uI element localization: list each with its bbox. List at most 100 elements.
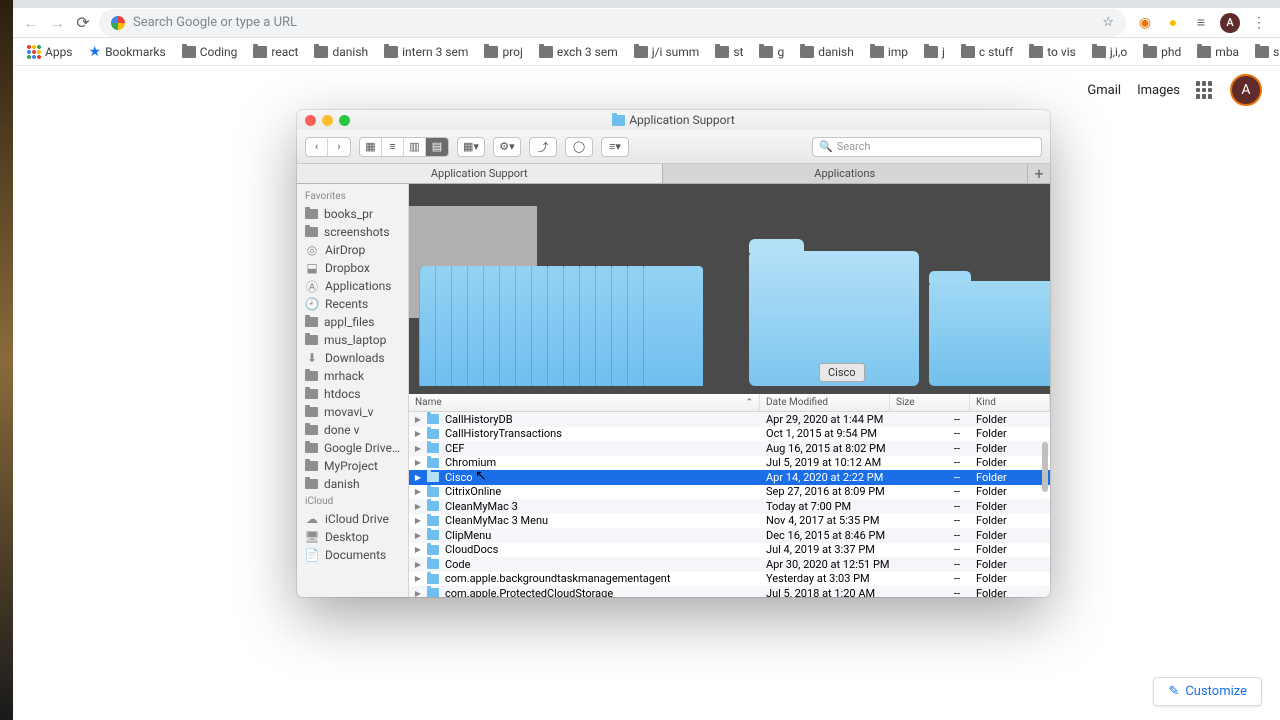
finder-tab[interactable]: Application Support xyxy=(297,164,663,183)
sidebar-item[interactable]: mus_laptop xyxy=(297,331,408,349)
sidebar-item[interactable]: 📄Documents xyxy=(297,546,408,564)
coverflow-area[interactable]: Cisco xyxy=(409,184,1050,394)
bookmark-item[interactable]: ★Bookmarks xyxy=(83,42,172,62)
bookmark-item[interactable]: to vis xyxy=(1023,43,1082,61)
bookmark-item[interactable]: c stuff xyxy=(955,43,1019,61)
sidebar-item[interactable]: Google Drive… xyxy=(297,439,408,457)
sidebar-item[interactable]: ⒶApplications xyxy=(297,277,408,295)
column-view[interactable]: ▥ xyxy=(404,138,426,156)
disclosure-triangle[interactable]: ▶ xyxy=(409,415,427,424)
disclosure-triangle[interactable]: ▶ xyxy=(409,545,427,554)
disclosure-triangle[interactable]: ▶ xyxy=(409,574,427,583)
disclosure-triangle[interactable]: ▶ xyxy=(409,502,427,511)
new-tab-button[interactable]: + xyxy=(1028,164,1050,183)
file-row[interactable]: ▶com.apple.ProtectedCloudStorageJul 5, 2… xyxy=(409,586,1050,597)
bookmark-item[interactable]: g xyxy=(753,43,790,61)
bookmark-item[interactable]: j xyxy=(918,43,951,61)
minimize-button[interactable] xyxy=(322,115,333,126)
column-date[interactable]: Date Modified xyxy=(760,394,890,411)
file-row[interactable]: ▶CEFAug 16, 2015 at 8:02 PM--Folder xyxy=(409,441,1050,456)
zoom-button[interactable] xyxy=(339,115,350,126)
file-row[interactable]: ▶CloudDocsJul 4, 2019 at 3:37 PM--Folder xyxy=(409,543,1050,558)
share-button[interactable]: ⤴ xyxy=(529,137,557,157)
reload-button[interactable]: ⟳ xyxy=(73,13,93,33)
bookmark-item[interactable]: Apps xyxy=(21,43,79,61)
profile-avatar[interactable]: A xyxy=(1220,13,1240,33)
extension-icon-3[interactable]: ≡ xyxy=(1192,14,1210,32)
bookmark-item[interactable]: j,i,o xyxy=(1086,43,1133,61)
file-row[interactable]: ▶CiscoApr 14, 2020 at 2:22 PM--Folder xyxy=(409,470,1050,485)
disclosure-triangle[interactable]: ▶ xyxy=(409,487,427,496)
bookmark-item[interactable]: proj xyxy=(478,43,528,61)
file-list[interactable]: ▶CallHistoryDBApr 29, 2020 at 1:44 PM--F… xyxy=(409,412,1050,597)
action-button[interactable]: ⚙▾ xyxy=(493,137,521,157)
sidebar-item[interactable]: 🖥Desktop xyxy=(297,528,408,546)
extension-icon-2[interactable]: ● xyxy=(1164,14,1182,32)
bookmark-item[interactable]: st xyxy=(709,43,749,61)
file-row[interactable]: ▶CitrixOnlineSep 27, 2016 at 8:09 PM--Fo… xyxy=(409,485,1050,500)
file-row[interactable]: ▶ChromiumJul 5, 2019 at 10:12 AM--Folder xyxy=(409,456,1050,471)
back-button[interactable]: ← xyxy=(21,13,41,33)
tags-button[interactable]: ◯ xyxy=(565,137,593,157)
disclosure-triangle[interactable]: ▶ xyxy=(409,516,427,525)
bookmark-item[interactable]: phd xyxy=(1137,43,1187,61)
sidebar-item[interactable]: mrhack xyxy=(297,367,408,385)
dropdown-button[interactable]: ≡▾ xyxy=(601,137,629,157)
file-row[interactable]: ▶CodeApr 30, 2020 at 12:51 PM--Folder xyxy=(409,557,1050,572)
sidebar-item[interactable]: ⬓Dropbox xyxy=(297,259,408,277)
bookmark-item[interactable]: exch 3 sem xyxy=(533,43,624,61)
coverflow-view[interactable]: ▤ xyxy=(426,138,448,156)
bookmark-item[interactable]: Coding xyxy=(176,43,244,61)
sidebar-item[interactable]: ☁iCloud Drive xyxy=(297,510,408,528)
bookmark-item[interactable]: imp xyxy=(864,43,914,61)
bookmark-item[interactable]: danish xyxy=(308,43,374,61)
forward-button[interactable]: › xyxy=(328,138,350,156)
disclosure-triangle[interactable]: ▶ xyxy=(409,458,427,467)
column-name[interactable]: Name⌃ xyxy=(409,394,760,411)
arrange-button[interactable]: ▦▾ xyxy=(457,137,485,157)
disclosure-triangle[interactable]: ▶ xyxy=(409,429,427,438)
disclosure-triangle[interactable]: ▶ xyxy=(409,444,427,453)
sidebar-item[interactable]: movavi_v xyxy=(297,403,408,421)
customize-button[interactable]: ✎ Customize xyxy=(1153,677,1262,706)
sidebar-item[interactable]: books_pr xyxy=(297,205,408,223)
scrollbar-thumb[interactable] xyxy=(1042,442,1048,492)
gmail-link[interactable]: Gmail xyxy=(1087,83,1121,98)
account-avatar[interactable]: A xyxy=(1230,74,1262,106)
forward-button[interactable]: → xyxy=(47,13,67,33)
star-icon[interactable]: ☆ xyxy=(1102,15,1114,30)
disclosure-triangle[interactable]: ▶ xyxy=(409,473,427,482)
finder-titlebar[interactable]: Application Support xyxy=(297,110,1050,130)
bookmark-item[interactable]: intern 3 sem xyxy=(378,43,474,61)
disclosure-triangle[interactable]: ▶ xyxy=(409,531,427,540)
file-row[interactable]: ▶CallHistoryDBApr 29, 2020 at 1:44 PM--F… xyxy=(409,412,1050,427)
column-kind[interactable]: Kind xyxy=(970,394,1050,411)
sidebar-item[interactable]: ⬇Downloads xyxy=(297,349,408,367)
file-row[interactable]: ▶com.apple.backgroundtaskmanagementagent… xyxy=(409,572,1050,587)
bookmark-item[interactable]: s1 xyxy=(1249,43,1280,61)
close-button[interactable] xyxy=(305,115,316,126)
file-row[interactable]: ▶CleanMyMac 3 MenuNov 4, 2017 at 5:35 PM… xyxy=(409,514,1050,529)
disclosure-triangle[interactable]: ▶ xyxy=(409,589,427,597)
menu-icon[interactable]: ⋮ xyxy=(1250,14,1268,32)
icon-view[interactable]: ▦ xyxy=(360,138,382,156)
sidebar-item[interactable]: danish xyxy=(297,475,408,493)
sidebar-item[interactable]: done v xyxy=(297,421,408,439)
bookmark-item[interactable]: react xyxy=(247,43,304,61)
sidebar-item[interactable]: screenshots xyxy=(297,223,408,241)
coverflow-next-folder[interactable] xyxy=(929,281,1050,386)
apps-grid-icon[interactable] xyxy=(1196,81,1214,99)
list-view[interactable]: ≡ xyxy=(382,138,404,156)
bookmark-item[interactable]: danish xyxy=(794,43,860,61)
sidebar-item[interactable]: MyProject xyxy=(297,457,408,475)
file-row[interactable]: ▶CallHistoryTransactionsOct 1, 2015 at 9… xyxy=(409,427,1050,442)
file-row[interactable]: ▶ClipMenuDec 16, 2015 at 8:46 PM--Folder xyxy=(409,528,1050,543)
sidebar-item[interactable]: appl_files xyxy=(297,313,408,331)
images-link[interactable]: Images xyxy=(1137,83,1180,98)
column-size[interactable]: Size xyxy=(890,394,970,411)
sidebar-item[interactable]: ◎AirDrop xyxy=(297,241,408,259)
disclosure-triangle[interactable]: ▶ xyxy=(409,560,427,569)
bookmark-item[interactable]: j/i summ xyxy=(628,43,706,61)
extension-icon-1[interactable]: ◉ xyxy=(1136,14,1154,32)
finder-tab[interactable]: Applications xyxy=(663,164,1029,183)
